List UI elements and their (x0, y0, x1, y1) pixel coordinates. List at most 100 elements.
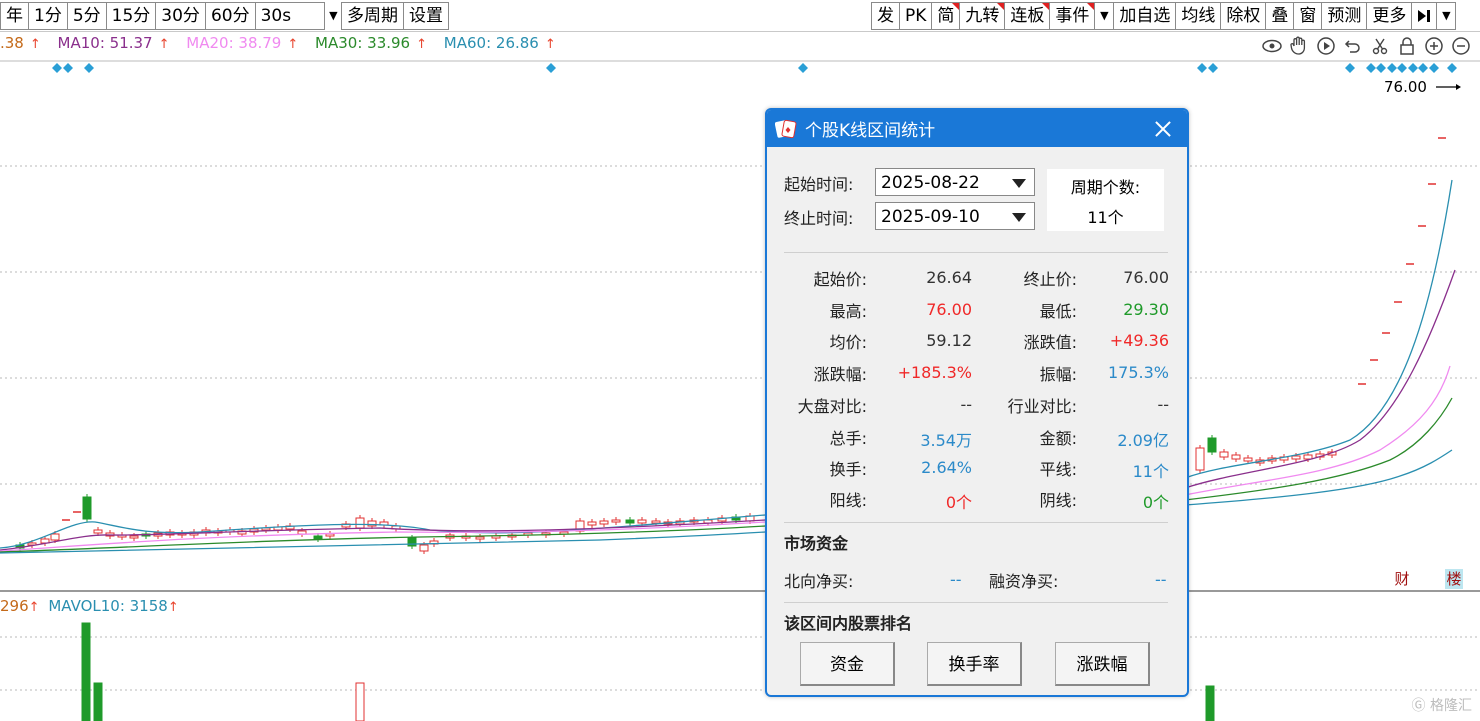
start-time-label: 起始时间: (784, 175, 854, 194)
yin-count-value: 0个 (1142, 493, 1169, 512)
watermark: Ⓖ 格隆汇 (1411, 698, 1472, 714)
scissors-icon[interactable] (1369, 35, 1391, 57)
play-icon[interactable] (1315, 35, 1337, 57)
rank-change-button[interactable]: 涨跌幅 (1055, 642, 1150, 686)
ma-legend: .38 ↑ MA10: 51.37 ↑ MA20: 38.79 ↑ MA30: 33.… (0, 34, 568, 52)
building-badge[interactable]: 楼 (1445, 569, 1463, 589)
period-select[interactable]: 30s ▼ (254, 2, 338, 30)
divider (784, 602, 1168, 603)
avg-price-label: 均价: (829, 333, 867, 352)
period-30min-button[interactable]: 30分 (155, 2, 205, 30)
fa-button[interactable]: 发 (871, 2, 899, 30)
change-value: +49.36 (1109, 331, 1169, 350)
chevron-down-icon[interactable]: ▼ (1436, 2, 1457, 30)
more-button[interactable]: 更多 (1366, 2, 1412, 30)
exright-button[interactable]: 除权 (1220, 2, 1266, 30)
candle (1195, 447, 1205, 471)
candle (611, 519, 621, 523)
candle (1219, 451, 1229, 458)
lianban-button[interactable]: 连板 (1004, 2, 1050, 30)
signal-marker (1208, 63, 1218, 73)
dialog-titlebar[interactable]: 个股K线区间统计 (767, 110, 1187, 147)
period-1min-button[interactable]: 1分 (28, 2, 67, 30)
zoom-in-icon[interactable] (1423, 35, 1445, 57)
overlay-button[interactable]: 叠 (1265, 2, 1294, 30)
low-value: 29.30 (1123, 300, 1169, 319)
end-time-label: 终止时间: (784, 209, 854, 228)
event-button[interactable]: 事件 (1049, 2, 1095, 30)
signal-marker (1366, 63, 1376, 73)
signal-marker (63, 63, 73, 73)
candle (129, 535, 139, 539)
chevron-down-icon[interactable]: ▼ (329, 3, 337, 29)
candle (1243, 457, 1253, 462)
northbound-label: 北向净买: (784, 572, 854, 591)
margin-label: 融资净买: (989, 572, 1059, 591)
period-5min-button[interactable]: 5分 (66, 2, 106, 30)
amount-label: 金额: (1039, 429, 1077, 448)
chevron-down-icon[interactable] (1012, 213, 1026, 222)
kline-chart[interactable] (0, 0, 1480, 721)
close-price-value: 76.00 (1123, 268, 1169, 287)
amount-value: 2.09亿 (1117, 431, 1169, 450)
pk-button[interactable]: PK (899, 2, 932, 30)
mavol10-value: MAVOL10: 3158↑ (48, 597, 179, 615)
ma-button[interactable]: 均线 (1175, 2, 1221, 30)
close-icon[interactable] (1155, 121, 1171, 137)
signal-markers (52, 63, 1457, 73)
start-time-select[interactable]: 2025-08-22 (875, 168, 1035, 196)
period-count-value: 11个 (1087, 208, 1124, 227)
candle (1303, 454, 1313, 460)
window-button[interactable]: 窗 (1293, 2, 1322, 30)
industry-compare-label: 行业对比: (1007, 397, 1077, 416)
signal-marker (1429, 63, 1439, 73)
end-time-value: 2025-09-10 (881, 207, 980, 227)
yang-count-label: 阳线: (829, 491, 867, 510)
market-compare-value: -- (960, 395, 972, 414)
period-15min-button[interactable]: 15分 (105, 2, 156, 30)
market-fund-title: 市场资金 (784, 534, 849, 553)
signal-marker (52, 63, 62, 73)
volume-bar (355, 682, 365, 721)
turnover-value: 2.64% (921, 458, 972, 477)
lock-icon[interactable] (1396, 35, 1418, 57)
vol-value: 296↑ (0, 597, 40, 615)
hand-icon[interactable] (1288, 35, 1310, 57)
period-year-button[interactable]: 年 (0, 2, 28, 30)
signal-marker (1197, 63, 1207, 73)
eye-icon[interactable] (1261, 35, 1283, 57)
finance-badge[interactable]: 财 (1393, 569, 1411, 589)
amplitude-label: 振幅: (1039, 365, 1077, 384)
rank-fund-button[interactable]: 资金 (800, 642, 895, 686)
divider (784, 252, 1168, 253)
chart-tools (1261, 35, 1472, 57)
settings-button[interactable]: 设置 (403, 2, 449, 30)
volume-bar (81, 622, 91, 721)
rank-turnover-button[interactable]: 换手率 (927, 642, 1022, 686)
candle (651, 520, 661, 524)
end-time-select[interactable]: 2025-09-10 (875, 202, 1035, 230)
candle (419, 544, 429, 552)
price-arrow (1436, 84, 1461, 90)
flat-count-value: 11个 (1132, 462, 1169, 481)
zoom-out-icon[interactable] (1450, 35, 1472, 57)
margin-value: -- (1155, 570, 1167, 589)
period-60min-button[interactable]: 60分 (204, 2, 255, 30)
kline-range-stats-dialog: 个股K线区间统计 起始时间: 2025-08-22 终止时间: 2025-09-… (765, 108, 1189, 697)
forecast-button[interactable]: 预测 (1321, 2, 1367, 30)
signal-marker (1418, 63, 1428, 73)
candles (15, 137, 1446, 554)
jiuzhuan-button[interactable]: 九转 (959, 2, 1005, 30)
start-time-value: 2025-08-22 (881, 173, 980, 193)
collapse-right-icon[interactable] (1411, 2, 1437, 30)
add-watchlist-button[interactable]: 加自选 (1113, 2, 1176, 30)
candle (355, 517, 365, 529)
chevron-down-icon[interactable] (1012, 179, 1026, 188)
app-logo-icon (775, 119, 797, 138)
multi-period-button[interactable]: 多周期 (341, 2, 403, 30)
undo-icon[interactable] (1342, 35, 1364, 57)
chevron-down-icon[interactable]: ▼ (1094, 2, 1114, 30)
signal-marker (1397, 63, 1407, 73)
signal-marker (546, 63, 556, 73)
jian-button[interactable]: 简 (931, 2, 960, 30)
